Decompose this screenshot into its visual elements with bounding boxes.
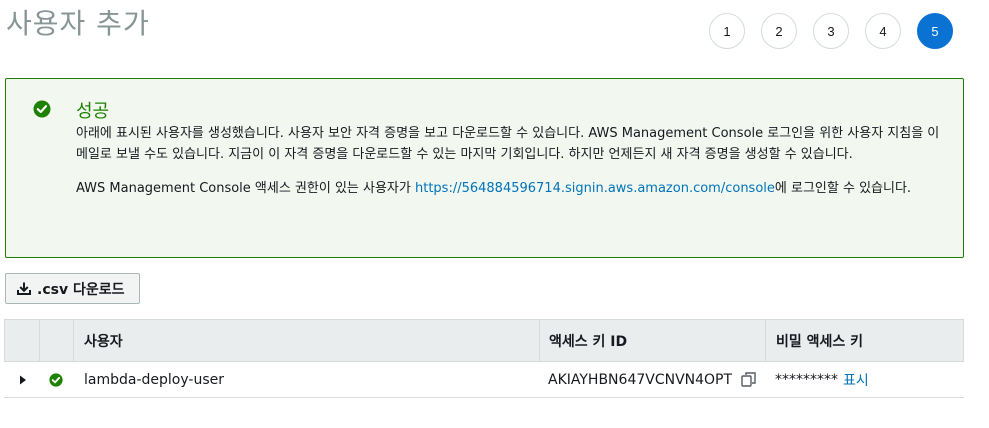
table-row: lambda-deploy-user AKIAYHBN647VCNVN4OPT …	[4, 362, 964, 398]
alert-console-info: AWS Management Console 액세스 권한이 있는 사용자가 h…	[76, 178, 946, 199]
step-4[interactable]: 4	[865, 13, 901, 49]
status-column-header	[40, 320, 74, 361]
column-header-user[interactable]: 사용자	[74, 320, 540, 361]
alert-console-prefix: AWS Management Console 액세스 권한이 있는 사용자가	[76, 181, 415, 196]
console-signin-link[interactable]: https://564884596714.signin.aws.amazon.c…	[415, 181, 775, 196]
step-3[interactable]: 3	[813, 13, 849, 49]
success-alert: 성공 아래에 표시된 사용자를 생성했습니다. 사용자 보안 자격 증명을 보고…	[5, 78, 964, 258]
download-csv-button[interactable]: .csv 다운로드	[5, 273, 140, 304]
show-secret-link[interactable]: 표시	[843, 370, 869, 390]
wizard-steps: 1 2 3 4 5	[709, 13, 953, 49]
secret-key-masked: *********	[775, 371, 838, 388]
check-circle-icon	[33, 100, 51, 118]
download-csv-label: .csv 다운로드	[37, 281, 125, 298]
expand-column-header	[5, 320, 40, 361]
alert-console-suffix: 에 로그인할 수 있습니다.	[774, 181, 912, 196]
user-name-cell: lambda-deploy-user	[84, 371, 224, 388]
column-header-access-key-id[interactable]: 액세스 키 ID	[540, 320, 766, 361]
step-5[interactable]: 5	[917, 13, 953, 49]
copy-icon[interactable]	[741, 372, 756, 387]
alert-body: 아래에 표시된 사용자를 생성했습니다. 사용자 보안 자격 증명을 보고 다운…	[76, 123, 946, 199]
table-header: 사용자 액세스 키 ID 비밀 액세스 키	[4, 319, 964, 362]
secret-key-cell: ********* 표시	[765, 362, 964, 397]
step-1[interactable]: 1	[709, 13, 745, 49]
credentials-table: 사용자 액세스 키 ID 비밀 액세스 키 lambda-deploy-user…	[4, 319, 964, 398]
caret-right-icon	[19, 375, 26, 384]
page-title: 사용자 추가	[6, 7, 150, 40]
alert-title: 성공	[76, 101, 110, 122]
access-key-id-value: AKIAYHBN647VCNVN4OPT	[548, 371, 733, 388]
column-header-secret-key[interactable]: 비밀 액세스 키	[766, 320, 963, 361]
access-key-id-cell: AKIAYHBN647VCNVN4OPT	[539, 362, 765, 397]
check-circle-icon	[49, 372, 63, 387]
row-status	[39, 362, 73, 397]
download-icon	[17, 282, 31, 295]
step-2[interactable]: 2	[761, 13, 797, 49]
alert-message: 아래에 표시된 사용자를 생성했습니다. 사용자 보안 자격 증명을 보고 다운…	[76, 126, 940, 162]
expand-row-toggle[interactable]	[4, 362, 39, 397]
